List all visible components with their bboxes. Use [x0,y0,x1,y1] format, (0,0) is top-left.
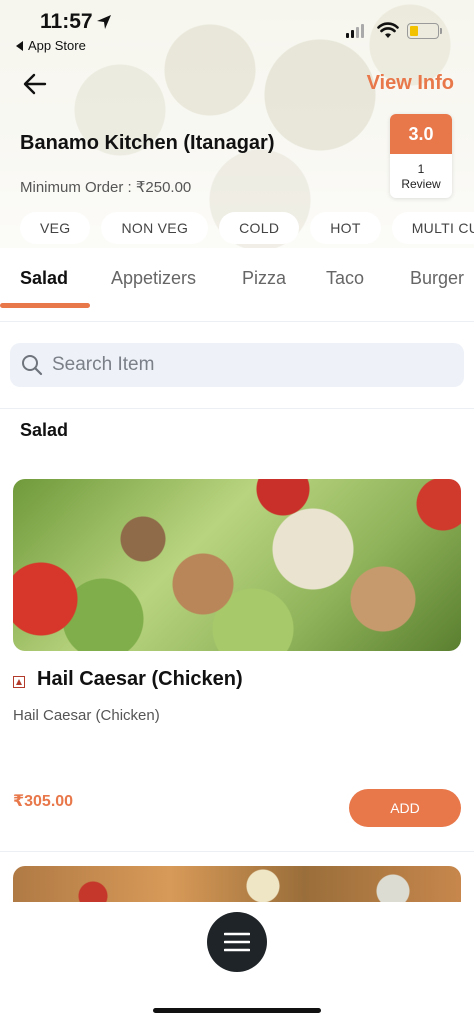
item-image[interactable] [13,479,461,651]
review-label: Review [401,177,441,191]
view-info-link[interactable]: View Info [367,72,454,95]
review-count: 1 [417,162,425,176]
item-description: Hail Caesar (Chicken) [13,707,160,724]
location-arrow-icon [97,15,111,29]
rating-card[interactable]: 3.0 1 Review [390,114,452,198]
chip-multi-cuisine[interactable]: MULTI CU [391,212,474,244]
tab-burger[interactable]: Burger [410,268,464,289]
search-input[interactable] [52,354,432,376]
search-bar[interactable] [10,343,464,387]
tab-appetizers[interactable]: Appetizers [111,268,196,289]
active-tab-indicator [0,303,90,308]
tab-taco[interactable]: Taco [326,268,364,289]
wifi-icon [377,22,399,38]
next-item-image[interactable] [13,866,461,902]
rating-score: 3.0 [390,114,452,154]
add-button[interactable]: ADD [349,789,461,827]
back-triangle-icon [16,40,23,51]
chip-hot[interactable]: HOT [310,212,381,244]
chip-cold[interactable]: COLD [219,212,300,244]
divider [0,408,474,409]
back-app-label: App Store [28,38,86,53]
restaurant-header: 11:57 App Store View Info Banamo Kitchen… [0,0,474,248]
rating-count: 1 Review [390,162,452,192]
back-to-app-store[interactable]: App Store [16,38,86,53]
status-time: 11:57 [40,10,93,33]
item-price: ₹305.00 [13,793,74,810]
home-indicator [153,1008,321,1013]
arrow-left-icon [23,73,47,95]
section-title: Salad [20,420,69,440]
back-button[interactable] [20,70,50,98]
item-name: Hail Caesar (Chicken) [37,668,243,690]
minimum-order: Minimum Order : ₹250.00 [20,179,192,196]
filter-chips: VEG NON VEG COLD HOT MULTI CU [20,212,474,244]
category-tabs: Salad Appetizers Pizza Taco Burger [0,248,474,322]
signal-icon [346,24,364,38]
hamburger-menu-icon [224,932,250,952]
chip-veg[interactable]: VEG [20,212,91,244]
battery-icon [407,23,442,39]
search-icon [22,355,43,376]
menu-button[interactable] [207,912,267,972]
tab-salad[interactable]: Salad [20,268,68,289]
chip-non-veg[interactable]: NON VEG [101,212,209,244]
tab-pizza[interactable]: Pizza [242,268,286,289]
non-veg-indicator-icon [13,676,25,688]
restaurant-name: Banamo Kitchen (Itanagar) [20,132,275,154]
divider [0,851,474,852]
